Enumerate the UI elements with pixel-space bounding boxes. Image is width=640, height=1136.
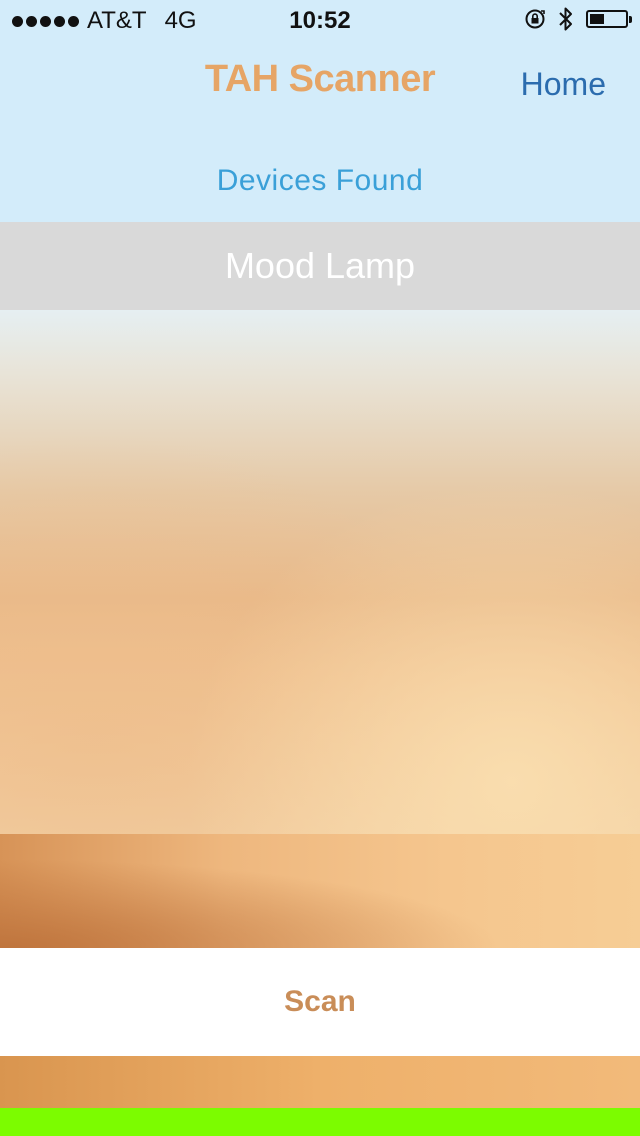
rotation-lock-icon <box>525 9 545 29</box>
status-right <box>524 6 632 32</box>
devices-found-heading: Devices Found <box>216 164 424 197</box>
bluetooth-icon <box>559 7 572 31</box>
battery-level <box>590 14 604 24</box>
home-button[interactable]: Home <box>521 66 606 103</box>
background-bottom <box>0 1056 640 1108</box>
device-label: Mood Lamp <box>224 245 416 286</box>
bottom-strip <box>0 1108 640 1136</box>
background-band <box>0 834 640 948</box>
battery-icon <box>586 10 632 28</box>
device-row-mood-lamp[interactable]: Mood Lamp <box>0 222 640 310</box>
status-bar: AT&T 4G 10:52 <box>0 0 640 40</box>
scan-button[interactable]: Scan <box>284 985 356 1019</box>
scan-bar: Scan <box>0 948 640 1056</box>
background-image <box>0 310 640 834</box>
header-region: AT&T 4G 10:52 TAH Scanner Home Devices F… <box>0 0 640 222</box>
nav-bar: TAH Scanner Home <box>0 40 640 128</box>
